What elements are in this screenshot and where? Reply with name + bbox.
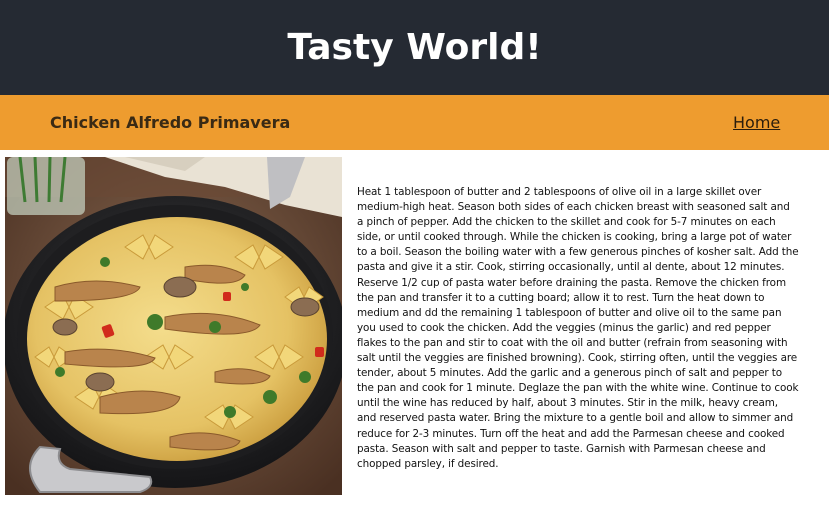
recipe-instructions: Heat 1 tablespoon of butter and 2 tables… — [357, 186, 799, 470]
nav-bar: Chicken Alfredo Primavera Home — [0, 95, 829, 150]
recipe-title: Chicken Alfredo Primavera — [50, 113, 291, 132]
recipe-image — [5, 157, 342, 495]
site-header: Tasty World! — [0, 0, 829, 95]
page: Tasty World! Chicken Alfredo Primavera H… — [0, 0, 829, 523]
site-title: Tasty World! — [287, 26, 542, 68]
recipe-content: Heat 1 tablespoon of butter and 2 tables… — [0, 150, 829, 523]
home-link[interactable]: Home — [733, 114, 780, 132]
